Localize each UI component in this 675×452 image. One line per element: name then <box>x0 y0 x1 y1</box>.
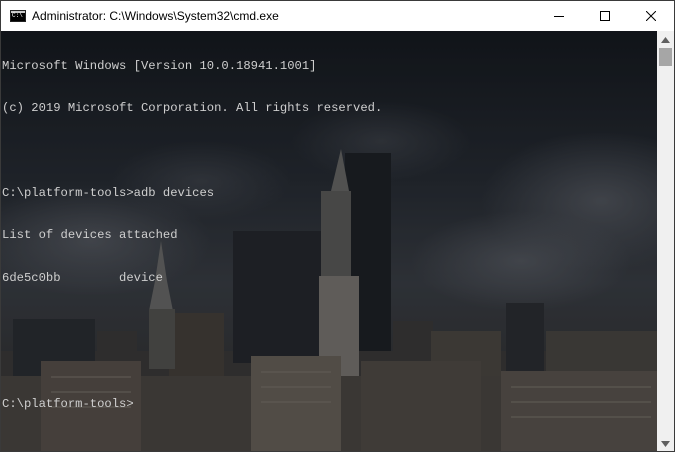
window-controls <box>536 1 674 31</box>
console-prompt-line[interactable]: C:\platform-tools> <box>2 397 382 411</box>
scroll-down-button[interactable] <box>657 435 674 451</box>
title-bar[interactable]: Administrator: C:\Windows\System32\cmd.e… <box>1 1 674 31</box>
minimize-button[interactable] <box>536 1 582 31</box>
window-title: Administrator: C:\Windows\System32\cmd.e… <box>32 9 279 23</box>
vertical-scrollbar[interactable] <box>657 31 674 451</box>
console-line: List of devices attached <box>2 228 178 243</box>
maximize-icon <box>600 11 610 21</box>
chevron-up-icon <box>661 36 670 43</box>
console-area[interactable]: Microsoft Windows [Version 10.0.18941.10… <box>1 31 657 451</box>
console-line: C:\platform-tools>adb devices <box>2 186 215 201</box>
maximize-button[interactable] <box>582 1 628 31</box>
minimize-icon <box>554 16 564 17</box>
scroll-up-button[interactable] <box>657 31 674 48</box>
console-line: Microsoft Windows [Version 10.0.18941.10… <box>2 59 317 74</box>
close-icon <box>646 11 656 21</box>
close-button[interactable] <box>628 1 674 31</box>
console-output: Microsoft Windows [Version 10.0.18941.10… <box>2 31 382 440</box>
cmd-icon[interactable] <box>10 10 26 22</box>
console-line: (c) 2019 Microsoft Corporation. All righ… <box>2 101 383 116</box>
chevron-down-icon <box>661 440 670 447</box>
scrollbar-thumb[interactable] <box>659 48 672 66</box>
console-line: 6de5c0bb device <box>2 270 163 285</box>
cmd-window: Administrator: C:\Windows\System32\cmd.e… <box>0 0 675 452</box>
